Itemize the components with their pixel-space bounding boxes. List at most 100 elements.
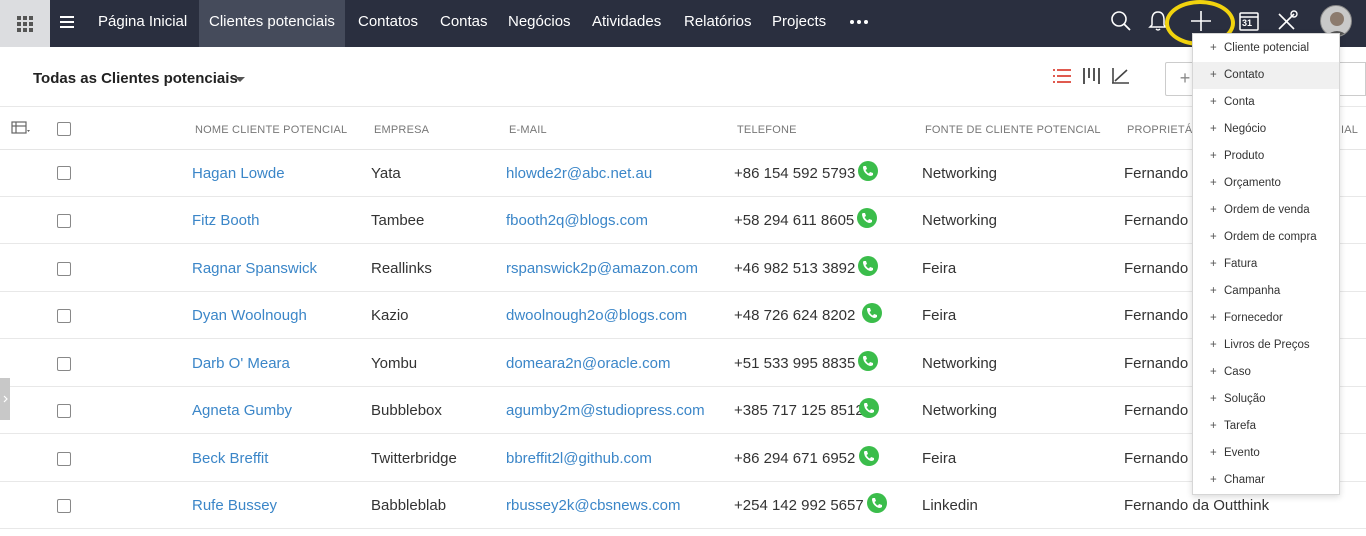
search-icon[interactable]	[1108, 8, 1134, 34]
phone-call-icon[interactable]	[858, 161, 878, 181]
lead-source-cell: Feira	[922, 307, 957, 324]
table-row[interactable]: Hagan Lowde Yata hlowde2r@abc.net.au +86…	[0, 149, 1366, 197]
row-checkbox[interactable]	[57, 214, 71, 228]
menu-item-task[interactable]: + Tarefa	[1193, 413, 1339, 440]
phone-call-icon[interactable]	[858, 351, 878, 371]
nav-tab-accounts[interactable]: Contas	[440, 0, 488, 47]
column-settings-icon[interactable]	[11, 121, 31, 135]
lead-source-cell: Networking	[922, 212, 998, 229]
column-header-company[interactable]: EMPRESA	[374, 124, 429, 136]
select-all-checkbox[interactable]	[57, 122, 71, 136]
owner-cell: Fernando	[1124, 260, 1189, 277]
menu-item-price-book[interactable]: + Livros de Preços	[1193, 332, 1339, 359]
menu-item-invoice[interactable]: + Fatura	[1193, 251, 1339, 278]
menu-item-product[interactable]: + Produto	[1193, 143, 1339, 170]
menu-item-campaign[interactable]: + Campanha	[1193, 278, 1339, 305]
nav-tab-activities[interactable]: Atividades	[592, 0, 661, 47]
menu-item-account[interactable]: + Conta	[1193, 89, 1339, 116]
nav-tab-home[interactable]: Página Inicial	[98, 0, 187, 47]
list-view-header: Todas as Clientes potenciais +	[0, 47, 1366, 107]
email-link[interactable]: agumby2m@studiopress.com	[506, 402, 705, 419]
hamburger-menu-icon[interactable]	[60, 16, 74, 28]
create-options-button[interactable]	[1338, 62, 1366, 96]
row-checkbox[interactable]	[57, 499, 71, 513]
table-row[interactable]: Ragnar Spanswick Reallinks rspanswick2p@…	[0, 244, 1366, 292]
menu-item-case[interactable]: + Caso	[1193, 359, 1339, 386]
row-checkbox[interactable]	[57, 452, 71, 466]
email-link[interactable]: bbreffit2l@github.com	[506, 450, 652, 467]
phone-call-icon[interactable]	[867, 493, 887, 513]
phone-call-icon[interactable]	[859, 398, 879, 418]
menu-item-sales-order[interactable]: + Ordem de venda	[1193, 197, 1339, 224]
phone-call-icon[interactable]	[857, 208, 877, 228]
list-view-icon[interactable]	[1052, 67, 1072, 85]
column-header-name[interactable]: NOME CLIENTE POTENCIAL	[195, 124, 347, 136]
menu-item-lead[interactable]: + Cliente potencial	[1193, 35, 1339, 62]
table-header: NOME CLIENTE POTENCIAL EMPRESA E-MAIL TE…	[0, 108, 1366, 150]
row-checkbox[interactable]	[57, 166, 71, 180]
email-link[interactable]: domeara2n@oracle.com	[506, 355, 670, 372]
phone-call-icon[interactable]	[858, 256, 878, 276]
nav-tab-leads[interactable]: Clientes potenciais	[199, 0, 345, 47]
column-header-truncated[interactable]: IAL	[1341, 124, 1358, 136]
table-row[interactable]: Beck Breffit Twitterbridge bbreffit2l@gi…	[0, 434, 1366, 482]
row-checkbox[interactable]	[57, 357, 71, 371]
lead-name-link[interactable]: Hagan Lowde	[192, 165, 285, 182]
email-link[interactable]: rbussey2k@cbsnews.com	[506, 497, 680, 514]
lead-name-link[interactable]: Agneta Gumby	[192, 402, 292, 419]
table-row[interactable]: Rufe Bussey Babbleblab rbussey2k@cbsnews…	[0, 481, 1366, 529]
phone-cell: +86 154 592 5793	[734, 165, 856, 182]
owner-cell: Fernando da Outthink	[1124, 497, 1270, 514]
table-row[interactable]: Agneta Gumby Bubblebox agumby2m@studiopr…	[0, 386, 1366, 434]
menu-item-event[interactable]: + Evento	[1193, 440, 1339, 467]
chevron-down-icon[interactable]	[235, 77, 245, 82]
row-checkbox[interactable]	[57, 309, 71, 323]
table-row[interactable]: Dyan Woolnough Kazio dwoolnough2o@blogs.…	[0, 291, 1366, 339]
menu-item-quote[interactable]: + Orçamento	[1193, 170, 1339, 197]
menu-item-vendor[interactable]: + Fornecedor	[1193, 305, 1339, 332]
company-cell: Tambee	[371, 212, 425, 229]
nav-tab-deals[interactable]: Negócios	[508, 0, 571, 47]
column-header-phone[interactable]: TELEFONE	[737, 124, 797, 136]
lead-name-link[interactable]: Darb O' Meara	[192, 355, 290, 372]
menu-item-contact[interactable]: + Contato	[1193, 62, 1339, 89]
lead-name-link[interactable]: Fitz Booth	[192, 212, 260, 229]
email-link[interactable]: rspanswick2p@amazon.com	[506, 260, 698, 277]
phone-cell: +48 726 624 8202	[734, 307, 856, 324]
nav-tab-projects[interactable]: Projects	[772, 0, 826, 47]
column-header-email[interactable]: E-MAIL	[509, 124, 547, 136]
lead-name-link[interactable]: Beck Breffit	[192, 450, 268, 467]
row-checkbox[interactable]	[57, 262, 71, 276]
side-panel-handle[interactable]	[0, 378, 10, 420]
nav-tab-contacts[interactable]: Contatos	[358, 0, 418, 47]
more-tabs-icon[interactable]	[850, 20, 868, 24]
view-selector-title[interactable]: Todas as Clientes potenciais	[33, 70, 238, 87]
chart-view-icon[interactable]	[1110, 67, 1130, 85]
top-navigation-bar: Página Inicial Clientes potenciais Conta…	[0, 0, 1366, 47]
phone-call-icon[interactable]	[859, 446, 879, 466]
chevron-right-icon	[3, 395, 8, 403]
lead-name-link[interactable]: Dyan Woolnough	[192, 307, 307, 324]
column-header-lead-source[interactable]: FONTE DE CLIENTE POTENCIAL	[925, 124, 1101, 136]
calendar-icon[interactable]: 31	[1236, 8, 1262, 34]
setup-tools-icon[interactable]	[1274, 8, 1300, 34]
email-link[interactable]: hlowde2r@abc.net.au	[506, 165, 652, 182]
menu-item-purchase-order[interactable]: + Ordem de compra	[1193, 224, 1339, 251]
lead-name-link[interactable]: Ragnar Spanswick	[192, 260, 317, 277]
row-checkbox[interactable]	[57, 404, 71, 418]
kanban-view-icon[interactable]	[1081, 67, 1101, 85]
phone-call-icon[interactable]	[862, 303, 882, 323]
menu-item-deal[interactable]: + Negócio	[1193, 116, 1339, 143]
owner-cell: Fernando	[1124, 307, 1189, 324]
table-row[interactable]: Darb O' Meara Yombu domeara2n@oracle.com…	[0, 339, 1366, 387]
column-header-owner[interactable]: PROPRIETÁ	[1127, 124, 1192, 136]
email-link[interactable]: fbooth2q@blogs.com	[506, 212, 648, 229]
menu-item-solution[interactable]: + Solução	[1193, 386, 1339, 413]
apps-grid-button[interactable]	[0, 0, 50, 47]
email-link[interactable]: dwoolnough2o@blogs.com	[506, 307, 687, 324]
menu-item-call[interactable]: + Chamar	[1193, 467, 1339, 494]
lead-source-cell: Networking	[922, 355, 998, 372]
table-row[interactable]: Fitz Booth Tambee fbooth2q@blogs.com +58…	[0, 196, 1366, 244]
lead-name-link[interactable]: Rufe Bussey	[192, 497, 277, 514]
nav-tab-reports[interactable]: Relatórios	[684, 0, 752, 47]
